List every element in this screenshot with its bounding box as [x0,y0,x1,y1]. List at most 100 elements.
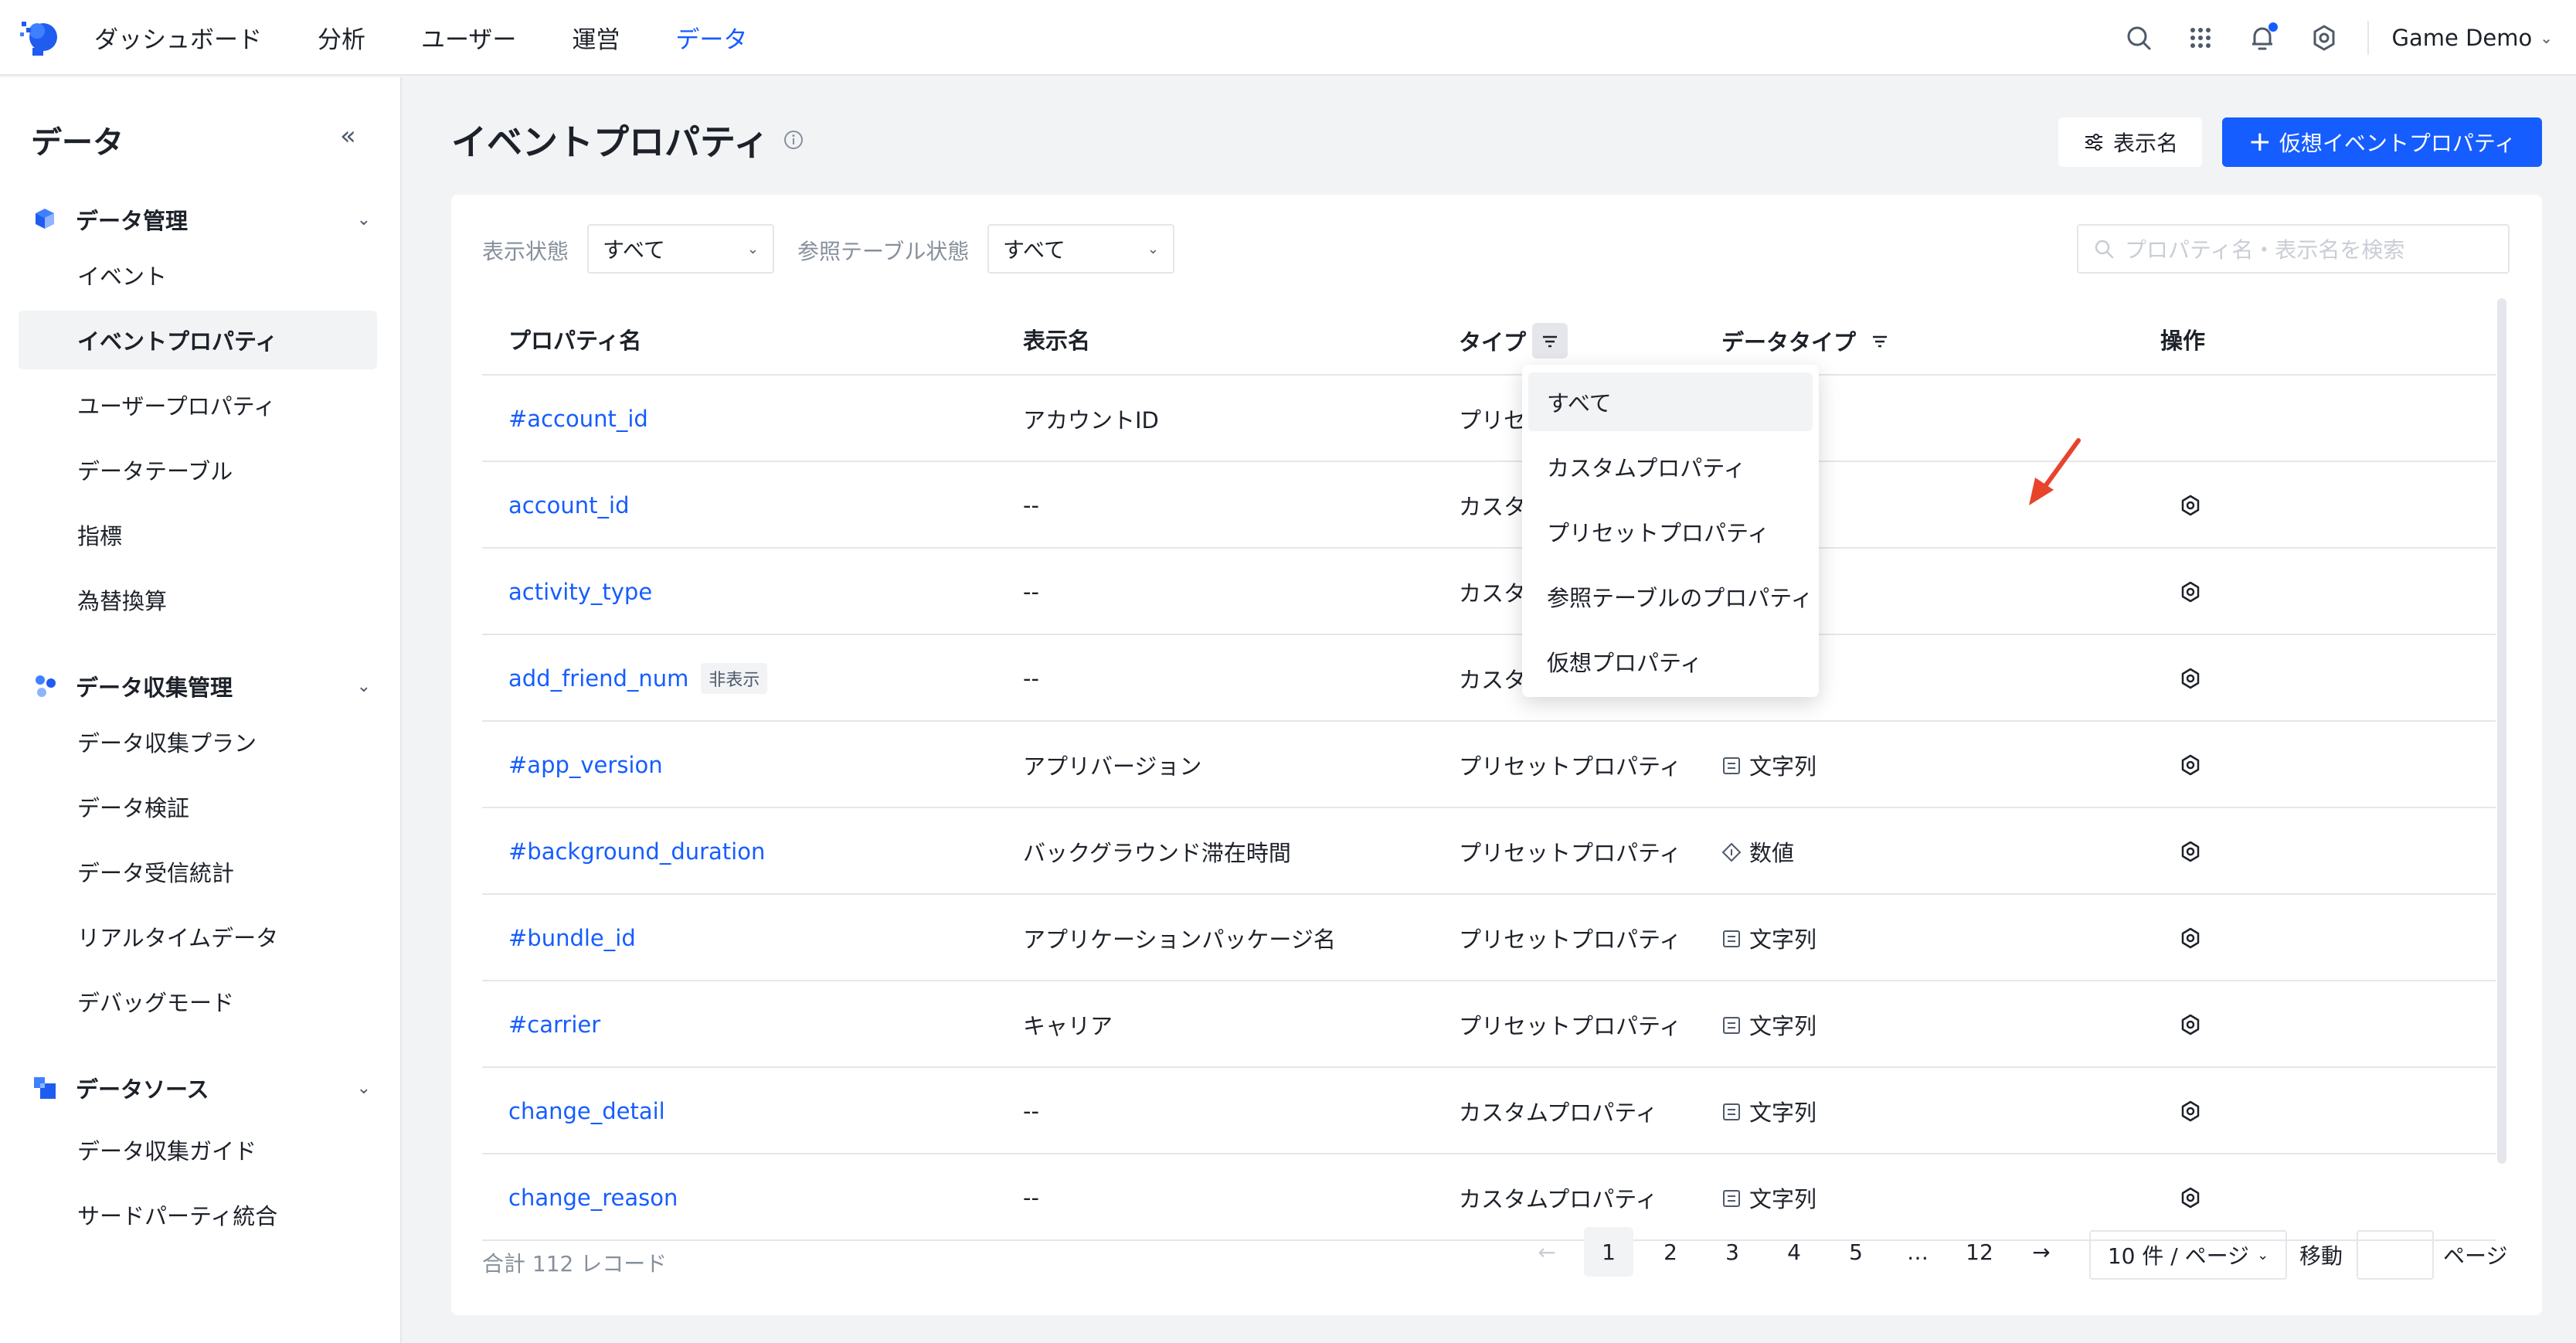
filter-icon[interactable] [1862,323,1898,359]
settings-gear-icon[interactable] [2179,667,2202,690]
property-name-cell[interactable]: #app_version [508,722,663,808]
nav-item[interactable]: 運営 [572,20,620,55]
property-name-link[interactable]: #bundle_id [508,925,636,951]
chevron-down-icon[interactable]: ⌄ [357,1079,371,1098]
display-state-select[interactable]: すべて ⌄ [587,224,774,274]
action-cell [2179,635,2202,722]
type-filter-option[interactable]: カスタムプロパティ [1528,437,1813,496]
sidebar-item[interactable]: サードパーティ統合 [19,1185,377,1244]
property-name-cell[interactable]: add_friend_num 非表示 [508,635,768,722]
page-size-select[interactable]: 10 件 / ページ ⌄ [2089,1230,2287,1280]
property-name-link[interactable]: #app_version [508,752,663,778]
column-header: タイプ [1459,323,1568,359]
chevron-down-icon[interactable]: ⌄ [357,210,371,230]
property-name-cell[interactable]: #background_duration [508,808,765,895]
next-page-icon[interactable]: → [2017,1227,2066,1277]
property-name-link[interactable]: change_reason [508,1185,678,1211]
property-name-cell[interactable]: #account_id [508,376,648,462]
property-name-cell[interactable]: account_id [508,462,630,549]
sidebar-group-header[interactable]: データ管理 ⌄ [31,196,371,243]
property-name-cell[interactable]: #carrier [508,981,600,1068]
brand-logo-icon[interactable] [17,14,63,60]
page-title: イベントプロパティ [451,114,804,165]
nav-item[interactable]: データ [675,20,747,55]
page-number[interactable]: 1 [1584,1227,1633,1277]
chevron-down-icon[interactable]: ⌄ [357,677,371,696]
settings-gear-icon[interactable] [2179,580,2202,604]
nav-item[interactable]: ダッシュボード [94,20,262,55]
table-row: #account_id アカウントID プリセ [482,376,2496,462]
property-name-link[interactable]: account_id [508,492,630,518]
sidebar-item[interactable]: データ受信統計 [19,842,377,901]
display-state-label: 表示状態 [482,239,569,264]
settings-gear-icon[interactable] [2179,840,2202,863]
sidebar-item[interactable]: データテーブル [19,440,377,499]
page-number[interactable]: 2 [1646,1227,1695,1277]
property-name-link[interactable]: activity_type [508,579,652,605]
property-name-link[interactable]: #background_duration [508,838,765,865]
sidebar-item[interactable]: イベントプロパティ [19,311,377,369]
sidebar-group-header[interactable]: データ収集管理 ⌄ [31,663,371,709]
goto-page-input[interactable] [2357,1230,2434,1280]
action-cell [2179,1068,2202,1154]
property-name-link[interactable]: change_detail [508,1098,665,1124]
chevron-down-icon[interactable]: ⌄ [2540,29,2553,47]
add-virtual-event-property-button[interactable]: + 仮想イベントプロパティ [2222,117,2542,167]
page-number[interactable]: 3 [1708,1227,1757,1277]
table-scrollbar[interactable] [2497,298,2506,1164]
type-filter-option[interactable]: プリセットプロパティ [1528,502,1813,561]
settings-gear-icon[interactable] [2179,753,2202,777]
sidebar-item[interactable]: デバッグモード [19,972,377,1031]
apps-grid-icon[interactable] [2183,21,2217,55]
sidebar-item[interactable]: ユーザープロパティ [19,376,377,434]
page-number[interactable]: 5 [1831,1227,1881,1277]
settings-gear-icon[interactable] [2179,1100,2202,1123]
string-type-icon [1721,755,1742,775]
page-number[interactable]: 4 [1769,1227,1819,1277]
search-icon[interactable] [2122,21,2156,55]
info-icon[interactable] [783,129,804,151]
page-number[interactable]: 12 [1955,1227,2004,1277]
filter-icon[interactable] [1532,323,1568,359]
sidebar-item[interactable]: リアルタイムデータ [19,907,377,966]
property-name-cell[interactable]: activity_type [508,549,652,635]
property-name-link[interactable]: add_friend_num [508,665,688,692]
sidebar-item[interactable]: 為替換算 [19,570,377,629]
property-name-link[interactable]: #carrier [508,1012,600,1038]
action-cell [2179,808,2202,895]
sidebar-item[interactable]: 指標 [19,505,377,564]
display-name-cell: -- [1023,492,1039,518]
collapse-sidebar-icon[interactable]: « [340,121,356,151]
sidebar-item[interactable]: データ検証 [19,777,377,836]
display-name-button-label: 表示名 [2112,131,2178,156]
property-name-cell[interactable]: #bundle_id [508,895,636,981]
nav-item[interactable]: ユーザー [421,20,516,55]
user-name[interactable]: Game Demo [2392,25,2533,51]
sidebar-item[interactable]: イベント [19,246,377,304]
search-input[interactable]: プロパティ名・表示名を検索 [2077,224,2510,274]
prev-page-icon[interactable]: ← [1522,1227,1572,1277]
search-placeholder: プロパティ名・表示名を検索 [2125,237,2405,263]
settings-gear-icon[interactable] [2179,494,2202,517]
settings-gear-icon[interactable] [2179,1013,2202,1036]
page-size-value: 10 件 / ページ [2107,1243,2250,1269]
sidebar-item[interactable]: データ収集ガイド [19,1120,377,1179]
type-cell: プリセットプロパティ [1459,840,1682,866]
settings-gear-icon[interactable] [2179,1186,2202,1209]
sidebar-item[interactable]: データ収集プラン [19,712,377,771]
display-name-cell: アプリケーションパッケージ名 [1023,926,1336,953]
ref-table-state-select[interactable]: すべて ⌄ [987,224,1174,274]
type-filter-option[interactable]: 参照テーブルのプロパティ [1528,567,1813,626]
property-name-cell[interactable]: change_detail [508,1068,665,1154]
bell-icon[interactable] [2245,21,2279,55]
property-name-cell[interactable]: change_reason [508,1154,678,1241]
display-name-button[interactable]: 表示名 [2058,117,2202,167]
property-name-link[interactable]: #account_id [508,406,648,432]
sidebar-group-header[interactable]: データソース ⌄ [31,1065,371,1111]
settings-gear-icon[interactable] [2179,926,2202,950]
type-filter-option[interactable]: すべて [1528,372,1813,431]
type-filter-option[interactable]: 仮想プロパティ [1528,632,1813,691]
settings-gear-icon[interactable] [2307,21,2341,55]
sliders-icon [2085,134,2102,151]
nav-item[interactable]: 分析 [318,20,365,55]
